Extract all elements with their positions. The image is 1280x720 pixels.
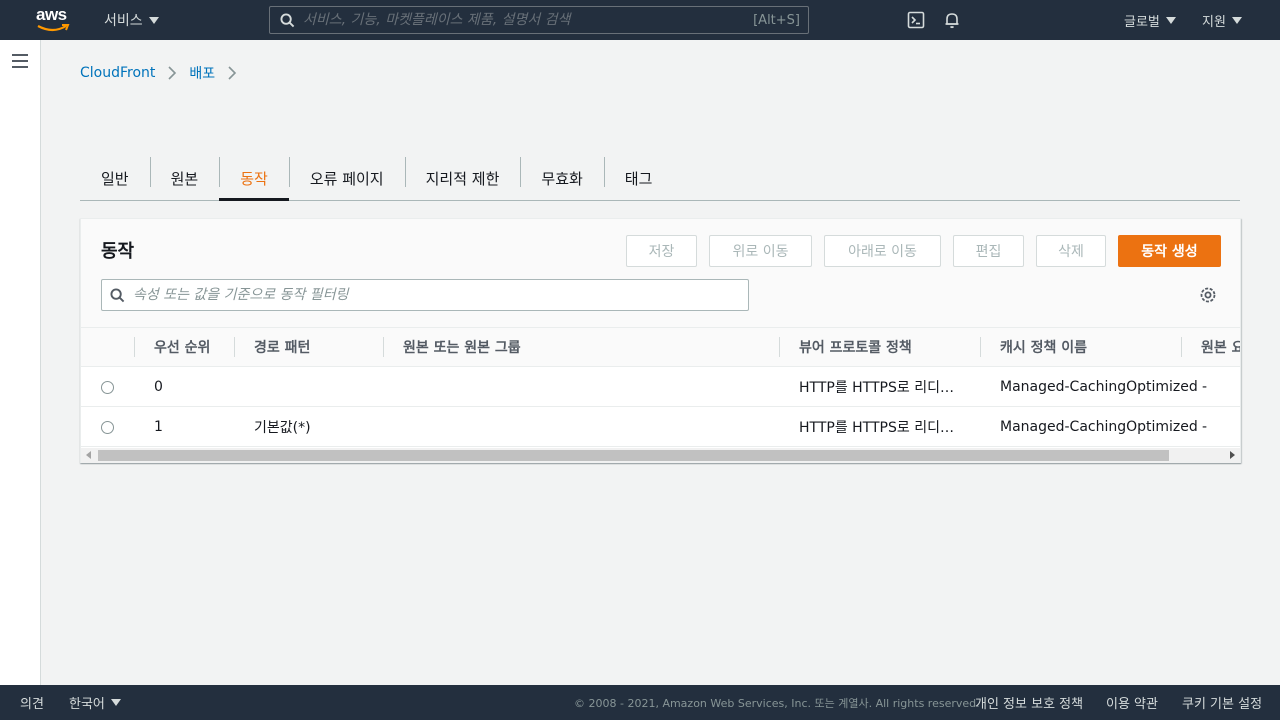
behavior-filter[interactable] <box>101 279 749 311</box>
column-header-cache-policy[interactable]: 캐시 정책 이름 <box>980 328 1181 366</box>
breadcrumb: CloudFront 배포 <box>80 63 249 83</box>
search-shortcut-hint: [Alt+S] <box>753 12 800 28</box>
priority-cell: 0 <box>154 379 163 395</box>
scroll-left-icon[interactable] <box>86 451 91 459</box>
behavior-filter-input[interactable] <box>133 287 748 303</box>
footer: 의견 한국어 © 2008 - 2021, Amazon Web Service… <box>0 685 1280 720</box>
region-label: 글로벌 <box>1124 14 1160 30</box>
row-select-cell <box>101 367 114 406</box>
column-header-viewer-protocol[interactable]: 뷰어 프로토콜 정책 <box>779 328 980 366</box>
search-icon <box>280 12 295 27</box>
horizontal-scrollbar[interactable] <box>81 448 1240 463</box>
region-menu[interactable]: 글로벌 <box>1124 0 1176 40</box>
edit-button[interactable]: 편집 <box>953 235 1024 267</box>
column-header-origin-request-policy[interactable]: 원본 요청 정책 이름 <box>1181 328 1240 366</box>
row-select-cell <box>101 407 114 446</box>
support-label: 지원 <box>1202 14 1226 30</box>
chevron-down-icon <box>148 16 159 24</box>
chevron-right-icon <box>228 66 237 80</box>
menu-icon[interactable] <box>12 54 28 68</box>
move-down-button[interactable]: 아래로 이동 <box>824 235 941 267</box>
search-icon <box>110 287 125 302</box>
priority-cell: 1 <box>154 419 163 435</box>
chevron-down-icon <box>110 699 121 706</box>
tab-error-pages[interactable]: 오류 페이지 <box>288 157 405 200</box>
tab-behaviors[interactable]: 동작 <box>219 157 289 201</box>
scrollbar-thumb[interactable] <box>98 450 1169 461</box>
gear-icon[interactable] <box>1199 286 1217 304</box>
aws-logo-text: aws <box>36 5 67 24</box>
services-label: 서비스 <box>104 13 143 29</box>
column-header-path-pattern[interactable]: 경로 패턴 <box>234 328 384 366</box>
delete-button[interactable]: 삭제 <box>1036 235 1106 267</box>
main-content: CloudFront 배포 일반 원본 동작 오류 페이지 지리적 제한 무효화… <box>41 40 1280 685</box>
tab-origins[interactable]: 원본 <box>149 157 220 200</box>
move-up-button[interactable]: 위로 이동 <box>709 235 812 267</box>
breadcrumb-distributions[interactable]: 배포 <box>189 63 215 83</box>
language-label: 한국어 <box>69 697 105 712</box>
cache-policy-cell: Managed-CachingOptimized <box>1000 419 1198 435</box>
support-menu[interactable]: 지원 <box>1202 0 1242 40</box>
origin-request-policy-cell: - <box>1202 419 1208 435</box>
feedback-link[interactable]: 의견 <box>20 685 44 720</box>
copyright-text: © 2008 - 2021, Amazon Web Services, Inc.… <box>574 696 980 710</box>
tab-geo-restriction[interactable]: 지리적 제한 <box>404 157 521 200</box>
viewer-protocol-cell: HTTP를 HTTPS로 리디… <box>799 380 954 396</box>
chevron-down-icon <box>1165 16 1176 24</box>
chevron-right-icon <box>168 66 177 80</box>
top-navigation: aws 서비스 [Alt+S] 글로벌 지원 <box>0 0 1280 40</box>
origin-request-policy-cell: - <box>1202 379 1208 395</box>
cloudshell-icon[interactable] <box>907 11 925 29</box>
distribution-tabs: 일반 원본 동작 오류 페이지 지리적 제한 무효화 태그 <box>80 157 1240 201</box>
terms-link[interactable]: 이용 약관 <box>1106 685 1158 720</box>
table-header: 우선 순위 경로 패턴 원본 또는 원본 그룹 뷰어 프로토콜 정책 캐시 정책… <box>81 327 1240 367</box>
column-header-origin[interactable]: 원본 또는 원본 그룹 <box>383 328 779 366</box>
tab-tags[interactable]: 태그 <box>603 157 674 200</box>
panel-header: 동작 저장 위로 이동 아래로 이동 편집 삭제 동작 생성 <box>81 219 1240 327</box>
row-radio[interactable] <box>101 420 114 434</box>
row-radio[interactable] <box>101 380 114 394</box>
aws-smile-icon <box>37 24 70 32</box>
tab-general[interactable]: 일반 <box>80 157 150 200</box>
chevron-down-icon <box>1231 16 1242 24</box>
language-menu[interactable]: 한국어 <box>69 685 121 720</box>
cache-policy-cell: Managed-CachingOptimized <box>1000 379 1198 395</box>
scroll-right-icon[interactable] <box>1230 451 1235 459</box>
save-button[interactable]: 저장 <box>626 235 697 267</box>
viewer-protocol-cell: HTTP를 HTTPS로 리디… <box>799 420 954 436</box>
table-row[interactable]: 0 HTTP를 HTTPS로 리디… Managed-CachingOptimi… <box>81 367 1240 407</box>
services-menu[interactable]: 서비스 <box>104 0 159 40</box>
global-search-input[interactable] <box>303 12 754 28</box>
breadcrumb-cloudfront[interactable]: CloudFront <box>80 65 155 81</box>
privacy-policy-link[interactable]: 개인 정보 보호 정책 <box>975 685 1083 720</box>
global-search[interactable]: [Alt+S] <box>269 6 809 34</box>
table-row[interactable]: 1 기본값(*) HTTP를 HTTPS로 리디… Managed-Cachin… <box>81 407 1240 447</box>
column-header-priority[interactable]: 우선 순위 <box>134 328 234 366</box>
behaviors-panel: 동작 저장 위로 이동 아래로 이동 편집 삭제 동작 생성 우선 순위 경로 … <box>80 218 1241 463</box>
panel-title: 동작 <box>101 241 135 262</box>
side-rail <box>0 40 41 685</box>
create-behavior-button[interactable]: 동작 생성 <box>1118 235 1221 267</box>
path-pattern-cell: 기본값(*) <box>254 420 311 436</box>
bell-icon[interactable] <box>943 11 961 29</box>
tab-invalidations[interactable]: 무효화 <box>520 157 603 200</box>
aws-logo[interactable]: aws <box>36 5 72 33</box>
cookie-preferences-link[interactable]: 쿠키 기본 설정 <box>1182 685 1262 720</box>
